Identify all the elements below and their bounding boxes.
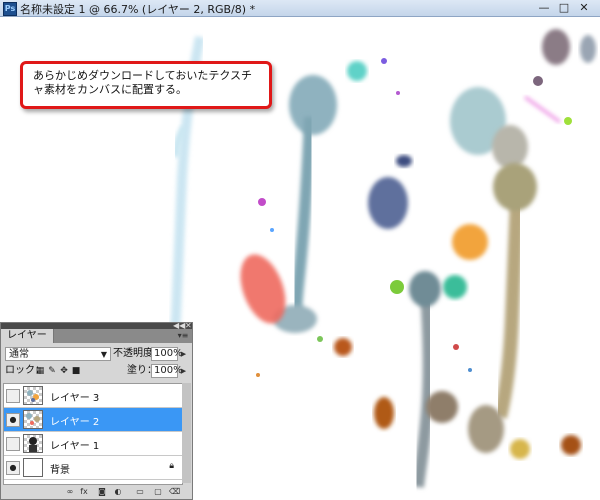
lock-all-icon[interactable]: ■ <box>71 366 81 376</box>
panel-tab-bar: レイヤー ▾≡ <box>1 329 192 343</box>
window-title: 名称未設定 1 @ 66.7% (レイヤー 2, RGB/8) * <box>20 3 256 16</box>
visibility-toggle[interactable] <box>6 437 20 451</box>
texture-thumbnail-icon <box>26 413 40 425</box>
trash-icon[interactable]: ⌫ <box>169 487 180 497</box>
lock-transparency-icon[interactable]: ▦ <box>35 366 45 376</box>
fill-input[interactable]: 100% <box>151 364 183 378</box>
layer-name: レイヤー 1 <box>50 441 100 452</box>
layer-thumbnail <box>23 458 43 477</box>
group-icon[interactable]: ▭ <box>135 487 145 497</box>
lock-icon: 🔒︎ <box>169 461 174 471</box>
new-layer-icon[interactable]: ▢ <box>153 487 163 497</box>
layer-row[interactable]: レイヤー 3 <box>4 384 182 408</box>
fx-icon[interactable]: fx <box>79 487 89 497</box>
adjustment-icon[interactable]: ◐ <box>113 487 123 497</box>
fill-arrow-icon[interactable]: ▶ <box>179 364 188 378</box>
opacity-input[interactable]: 100% <box>151 347 183 361</box>
mask-icon[interactable]: ◙ <box>97 487 107 497</box>
layer-name: レイヤー 3 <box>50 393 100 404</box>
lock-position-icon[interactable]: ✥ <box>59 366 69 376</box>
eye-icon[interactable]: ● <box>6 461 20 475</box>
link-icon[interactable]: ∞ <box>65 487 75 497</box>
layer-thumbnail <box>23 386 43 405</box>
person-thumbnail-icon <box>29 437 37 452</box>
layer-row[interactable]: レイヤー 1 <box>4 432 182 456</box>
instruction-callout: あらかじめダウンロードしておいたテクスチャ素材をカンバスに配置する。 <box>20 61 272 109</box>
blend-mode-select[interactable]: 通常 ▼ <box>5 347 111 361</box>
eye-icon[interactable]: ● <box>6 413 20 427</box>
minimize-button[interactable]: — <box>536 1 552 14</box>
layer-row[interactable]: ● レイヤー 2 <box>4 408 182 432</box>
panel-menu-icon[interactable]: ▾≡ <box>177 330 189 341</box>
title-bar: Ps 名称未設定 1 @ 66.7% (レイヤー 2, RGB/8) * — □… <box>0 0 600 17</box>
layer-thumbnail <box>23 434 43 453</box>
blend-mode-value: 通常 <box>9 349 29 360</box>
layer-name: 背景 <box>50 465 70 476</box>
layer-row[interactable]: ● 背景 🔒︎ <box>4 456 182 480</box>
visibility-toggle[interactable] <box>6 389 20 403</box>
layer-thumbnail <box>23 410 43 429</box>
layers-panel: ◀◀ ✕ レイヤー ▾≡ 通常 ▼ 不透明度： 100% ▶ ロック： ▦ ✎ … <box>0 321 193 500</box>
texture-thumbnail-icon <box>27 390 39 402</box>
layer-name: レイヤー 2 <box>50 417 100 428</box>
layers-scrollbar[interactable] <box>182 383 191 483</box>
close-button[interactable]: ✕ <box>576 1 592 14</box>
tab-layers[interactable]: レイヤー <box>1 329 54 343</box>
opacity-arrow-icon[interactable]: ▶ <box>179 347 188 361</box>
maximize-button[interactable]: □ <box>556 1 572 14</box>
layers-list: レイヤー 3 ● レイヤー 2 レイヤー 1 ● 背景 🔒︎ <box>3 383 183 485</box>
photoshop-icon: Ps <box>3 2 17 16</box>
chevron-down-icon: ▼ <box>100 350 107 359</box>
lock-pixels-icon[interactable]: ✎ <box>47 366 57 376</box>
panel-footer: ∞ fx ◙ ◐ ▭ ▢ ⌫ <box>1 485 192 499</box>
